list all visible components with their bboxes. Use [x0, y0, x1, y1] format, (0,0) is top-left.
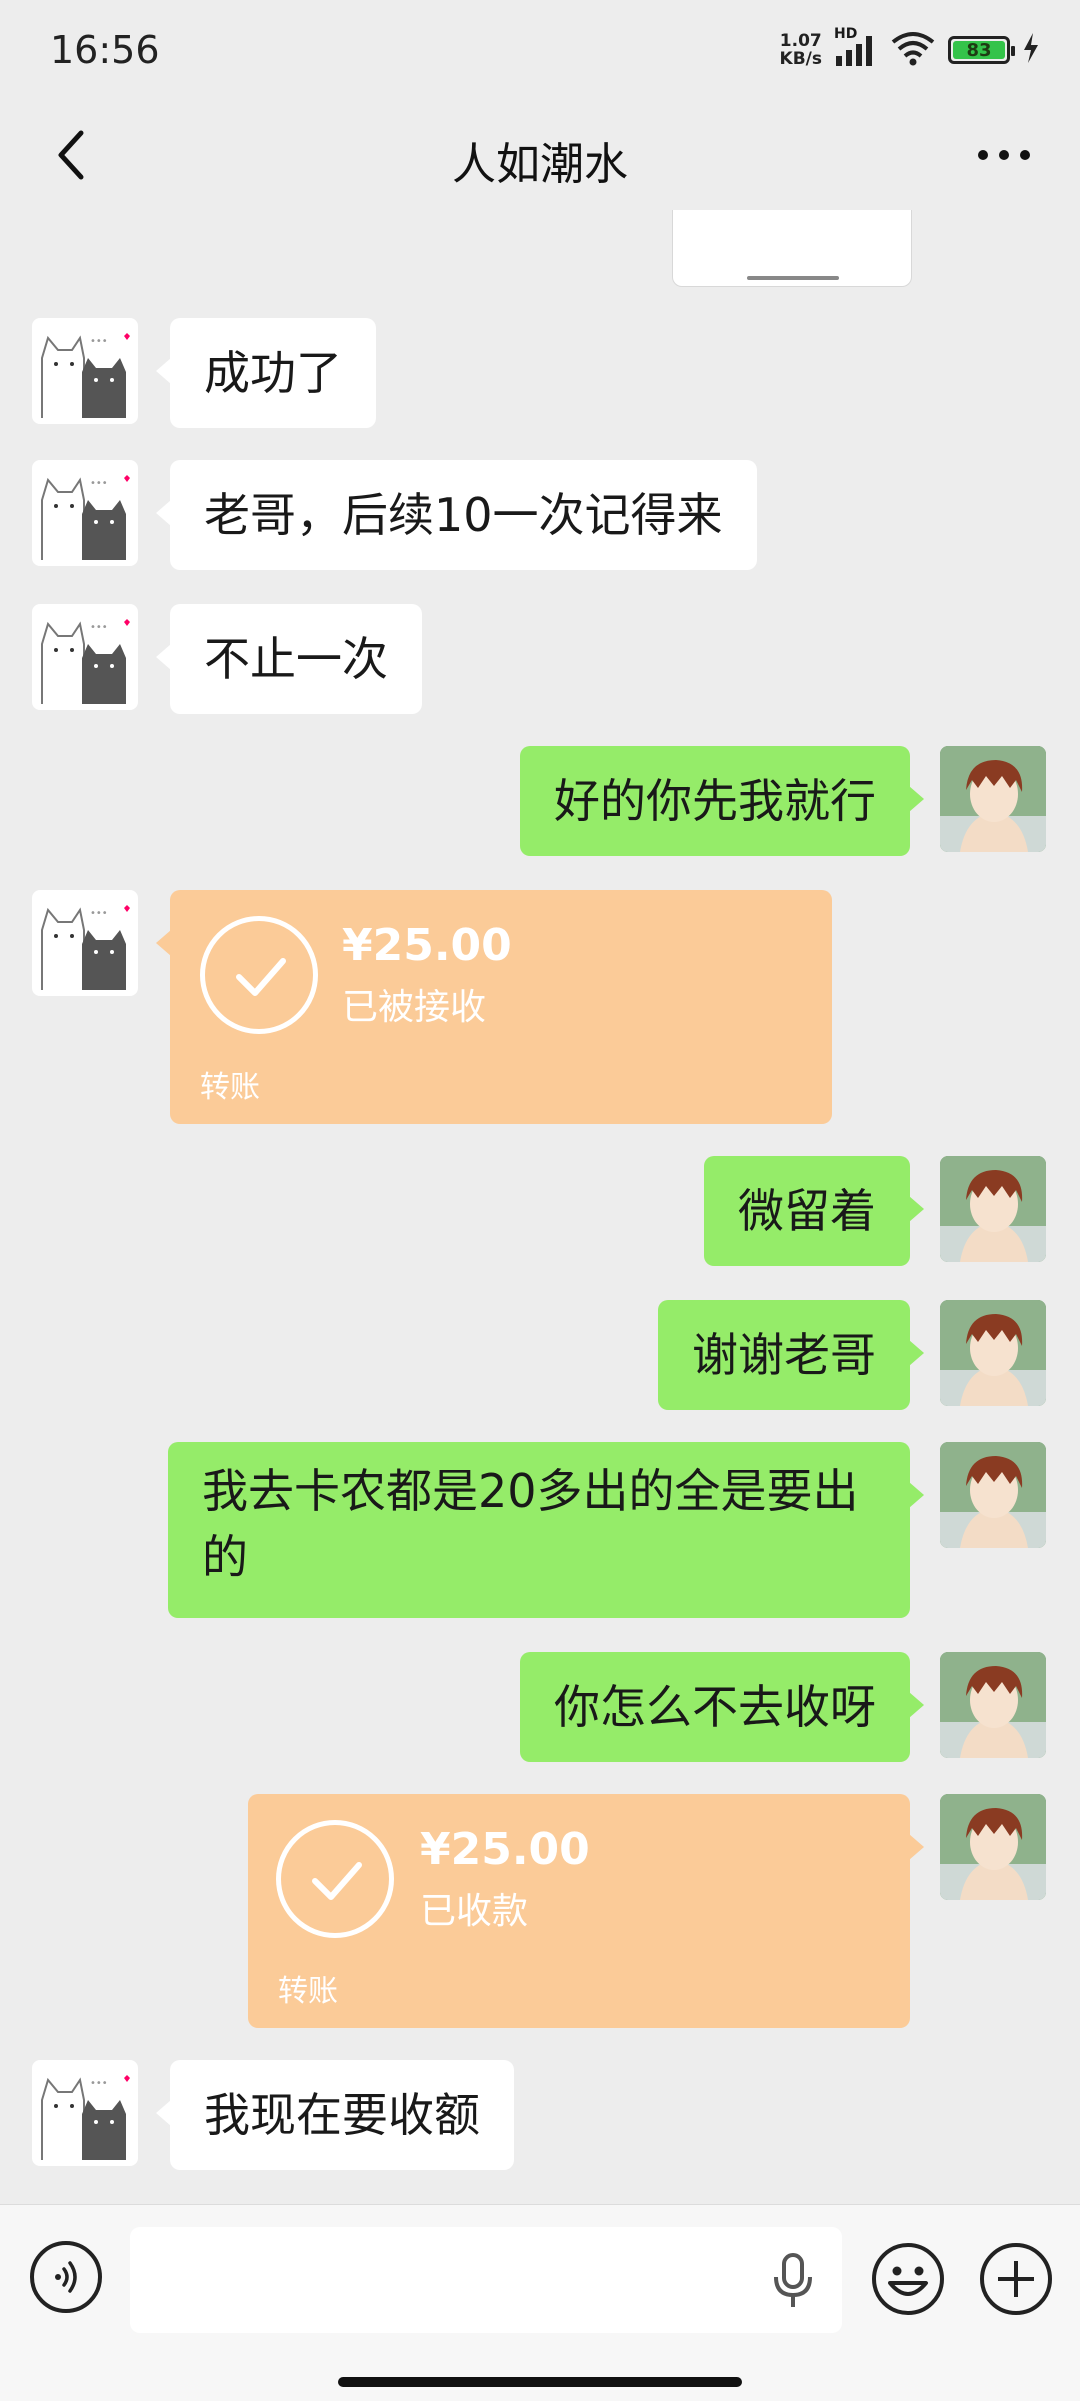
message-bubble[interactable]: 我去卡农都是20多出的全是要出的 — [168, 1442, 924, 1618]
signal-icon: HD — [834, 26, 878, 68]
message-bubble[interactable]: 好的你先我就行 — [520, 746, 924, 856]
network-speed-value: 1.07 — [779, 31, 822, 51]
transfer-card[interactable]: ¥25.00 已被接收 转账 — [156, 890, 832, 1124]
svg-text:•••: ••• — [90, 478, 108, 489]
message-bubble[interactable]: 我现在要收额 — [156, 2060, 514, 2170]
cat-avatar-icon: ••• — [41, 475, 130, 560]
contact-avatar[interactable]: ••• — [32, 318, 138, 424]
transfer-amount: ¥25.00 — [342, 920, 512, 971]
chat-title: 人如潮水 — [452, 139, 628, 190]
transfer-status: 已被接收 — [342, 987, 487, 1028]
transfer-status: 已收款 — [420, 1891, 529, 1932]
battery-icon: 83 — [948, 36, 1015, 64]
my-avatar[interactable] — [940, 1300, 1046, 1406]
transfer-label: 转账 — [278, 1974, 338, 2009]
anime-avatar-icon — [940, 1794, 1046, 1900]
svg-text:•••: ••• — [90, 908, 108, 919]
wifi-icon — [890, 30, 936, 70]
anime-avatar-icon — [940, 1442, 1046, 1548]
more-dots-icon — [978, 150, 1030, 160]
message-bubble[interactable]: 谢谢老哥 — [658, 1300, 924, 1410]
charging-icon — [1022, 33, 1040, 67]
plus-button[interactable] — [978, 2241, 1054, 2317]
my-avatar[interactable] — [940, 746, 1046, 852]
check-circle-icon — [200, 916, 318, 1034]
my-avatar[interactable] — [940, 1794, 1046, 1900]
status-time: 16:56 — [50, 28, 160, 72]
check-circle-icon — [276, 1820, 394, 1938]
my-avatar[interactable] — [940, 1156, 1046, 1262]
anime-avatar-icon — [940, 1300, 1046, 1406]
emoji-icon — [872, 2243, 944, 2315]
cat-avatar-icon: ••• — [41, 619, 130, 704]
message-bubble[interactable]: 成功了 — [156, 318, 376, 428]
contact-avatar[interactable]: ••• — [32, 890, 138, 996]
cat-avatar-icon: ••• — [41, 2075, 130, 2160]
my-avatar[interactable] — [940, 1652, 1046, 1758]
contact-avatar[interactable]: ••• — [32, 604, 138, 710]
svg-text:•••: ••• — [90, 622, 108, 633]
anime-avatar-icon — [940, 1156, 1046, 1262]
previous-message-fragment — [672, 210, 912, 287]
back-button[interactable] — [36, 120, 106, 190]
plus-icon — [980, 2243, 1052, 2315]
voice-button[interactable] — [30, 2241, 102, 2313]
cat-avatar-icon: ••• — [41, 905, 130, 990]
svg-text:•••: ••• — [90, 2078, 108, 2089]
message-input[interactable] — [130, 2227, 842, 2333]
mic-icon[interactable] — [768, 2251, 818, 2311]
emoji-button[interactable] — [870, 2241, 946, 2317]
message-bubble[interactable]: 微留着 — [704, 1156, 924, 1266]
contact-avatar[interactable]: ••• — [32, 2060, 138, 2166]
network-speed-unit: KB/s — [779, 49, 822, 69]
transfer-amount: ¥25.00 — [420, 1824, 590, 1875]
chat-header: 人如潮水 — [0, 100, 1080, 210]
contact-avatar[interactable]: ••• — [32, 460, 138, 566]
network-speed: 1.07 KB/s — [780, 32, 822, 68]
svg-text:•••: ••• — [90, 336, 108, 347]
cat-avatar-icon: ••• — [41, 333, 130, 418]
status-bar: 16:56 1.07 KB/s HD 83 — [0, 0, 1080, 100]
battery-level: 83 — [953, 41, 1005, 61]
status-indicators: 1.07 KB/s HD 83 — [780, 26, 1040, 74]
home-indicator[interactable] — [338, 2377, 742, 2387]
voice-icon — [55, 2261, 77, 2293]
message-bubble[interactable]: 你怎么不去收呀 — [520, 1652, 924, 1762]
anime-avatar-icon — [940, 746, 1046, 852]
my-avatar[interactable] — [940, 1442, 1046, 1548]
anime-avatar-icon — [940, 1652, 1046, 1758]
transfer-card[interactable]: ¥25.00 已收款 转账 — [248, 1794, 924, 2028]
transfer-label: 转账 — [200, 1070, 260, 1105]
chevron-left-icon — [58, 130, 84, 180]
message-bubble[interactable]: 老哥，后续10一次记得来 — [156, 460, 757, 570]
more-button[interactable] — [964, 120, 1044, 190]
message-bubble[interactable]: 不止一次 — [156, 604, 422, 714]
input-bar — [0, 2204, 1080, 2401]
